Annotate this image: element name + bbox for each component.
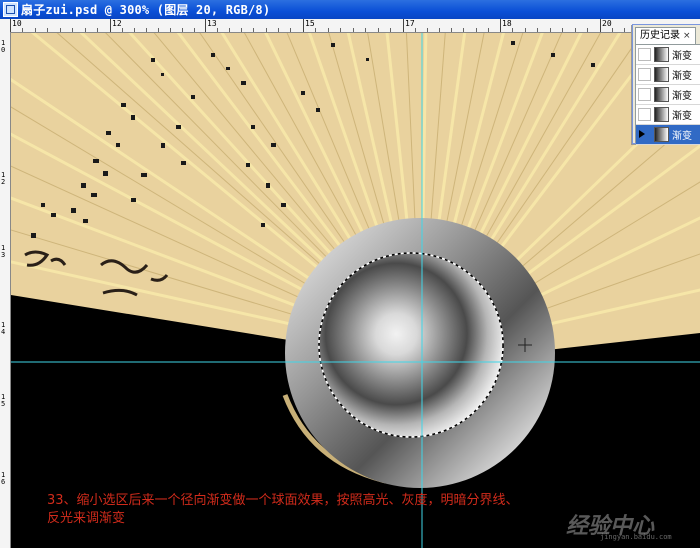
history-item-selected[interactable]: 渐变 xyxy=(636,125,700,145)
title-bar: 扇子zui.psd @ 300% (图层 20, RGB/8) xyxy=(0,0,700,19)
sphere-inner xyxy=(319,253,503,437)
snapshot-checkbox[interactable] xyxy=(638,108,651,121)
document-canvas[interactable] xyxy=(11,33,700,548)
snapshot-checkbox[interactable] xyxy=(638,48,651,61)
gradient-icon xyxy=(654,67,669,82)
gradient-icon xyxy=(654,47,669,62)
document-icon xyxy=(3,2,18,17)
ruler-left-label: 6 xyxy=(1,478,6,486)
ruler-top-label: 17 xyxy=(405,19,415,28)
ruler-top-label: 13 xyxy=(207,19,217,28)
history-item-label: 渐变 xyxy=(672,91,692,102)
history-list: 渐变 渐变 渐变 渐变 渐变 xyxy=(635,44,700,145)
history-item-label: 渐变 xyxy=(672,71,692,82)
ruler-left-label: 3 xyxy=(1,251,6,259)
close-icon[interactable]: × xyxy=(683,28,691,44)
history-item-label: 渐变 xyxy=(672,111,692,122)
ruler-top-label: 20 xyxy=(602,19,612,28)
ruler-left-label: 0 xyxy=(1,46,6,54)
watermark-url: jingyan.baidu.com xyxy=(600,533,672,541)
history-panel: 历史记录 × 渐变 渐变 渐变 渐变 渐变 xyxy=(632,24,700,145)
history-item-label: 渐变 xyxy=(672,131,692,142)
history-item[interactable]: 渐变 xyxy=(636,105,700,125)
gradient-icon xyxy=(654,107,669,122)
ruler-top-label: 10 xyxy=(12,19,22,28)
ruler-left[interactable]: 1 0 1 2 1 3 1 4 1 5 1 6 xyxy=(0,32,11,548)
gradient-icon xyxy=(654,127,669,142)
history-item[interactable]: 渐变 xyxy=(636,65,700,85)
window-title: 扇子zui.psd @ 300% (图层 20, RGB/8) xyxy=(21,3,271,17)
fan-artwork xyxy=(11,33,700,548)
history-item[interactable]: 渐变 xyxy=(636,85,700,105)
ruler-top-label: 18 xyxy=(502,19,512,28)
ruler-left-label: 5 xyxy=(1,400,6,408)
ruler-left-label: 4 xyxy=(1,328,6,336)
ruler-left-label: 2 xyxy=(1,178,6,186)
history-item-label: 渐变 xyxy=(672,51,692,62)
ruler-top[interactable]: 10 12 13 15 17 18 20 xyxy=(10,19,700,33)
history-tab[interactable]: 历史记录 × xyxy=(635,27,696,44)
gradient-icon xyxy=(654,87,669,102)
ruler-top-label: 12 xyxy=(112,19,122,28)
history-tab-label: 历史记录 xyxy=(640,30,680,41)
snapshot-checkbox[interactable] xyxy=(638,68,651,81)
snapshot-checkbox[interactable] xyxy=(638,88,651,101)
ruler-top-label: 15 xyxy=(305,19,315,28)
history-item[interactable]: 渐变 xyxy=(636,45,700,65)
history-state-arrow-icon xyxy=(639,130,645,138)
